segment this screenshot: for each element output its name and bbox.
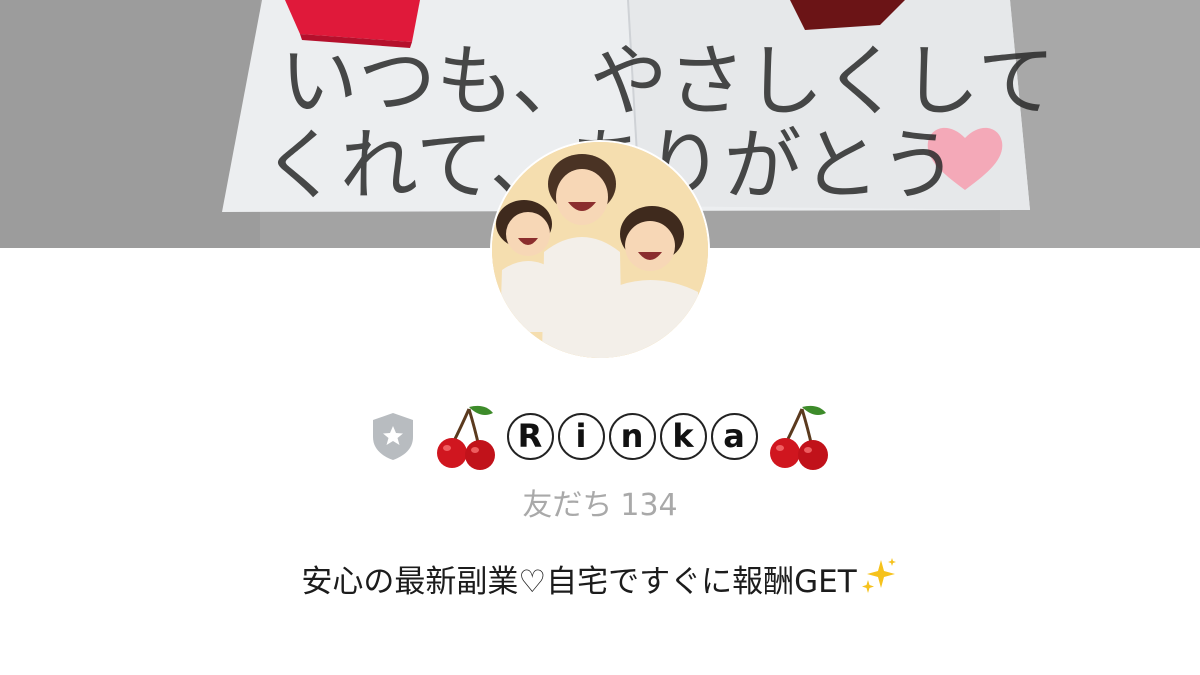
friends-count: 134	[620, 488, 678, 523]
cherry-icon	[436, 405, 495, 470]
profile-name-row: R i n k a	[0, 398, 1200, 474]
name-letter: i	[557, 412, 605, 460]
name-letter: n	[608, 412, 656, 460]
status-message-text: 安心の最新副業♡自宅ですぐに報酬GET	[301, 564, 857, 600]
friends-count-row[interactable]: 友だち 134	[0, 480, 1200, 524]
profile-name: R i n k a	[505, 412, 760, 460]
sparkle-icon	[861, 558, 896, 593]
name-letter: k	[659, 412, 707, 460]
friends-label: 友だち	[522, 488, 613, 523]
shield-star-icon[interactable]	[371, 411, 415, 461]
name-letter: a	[710, 412, 758, 460]
name-letter: R	[506, 412, 554, 460]
profile-avatar[interactable]	[490, 140, 710, 360]
letter-line-1: いつも、やさしくして	[280, 37, 1055, 127]
cherry-icon	[769, 405, 828, 470]
avatar-image	[492, 142, 708, 358]
status-message: 安心の最新副業♡自宅ですぐに報酬GET	[0, 556, 1200, 601]
